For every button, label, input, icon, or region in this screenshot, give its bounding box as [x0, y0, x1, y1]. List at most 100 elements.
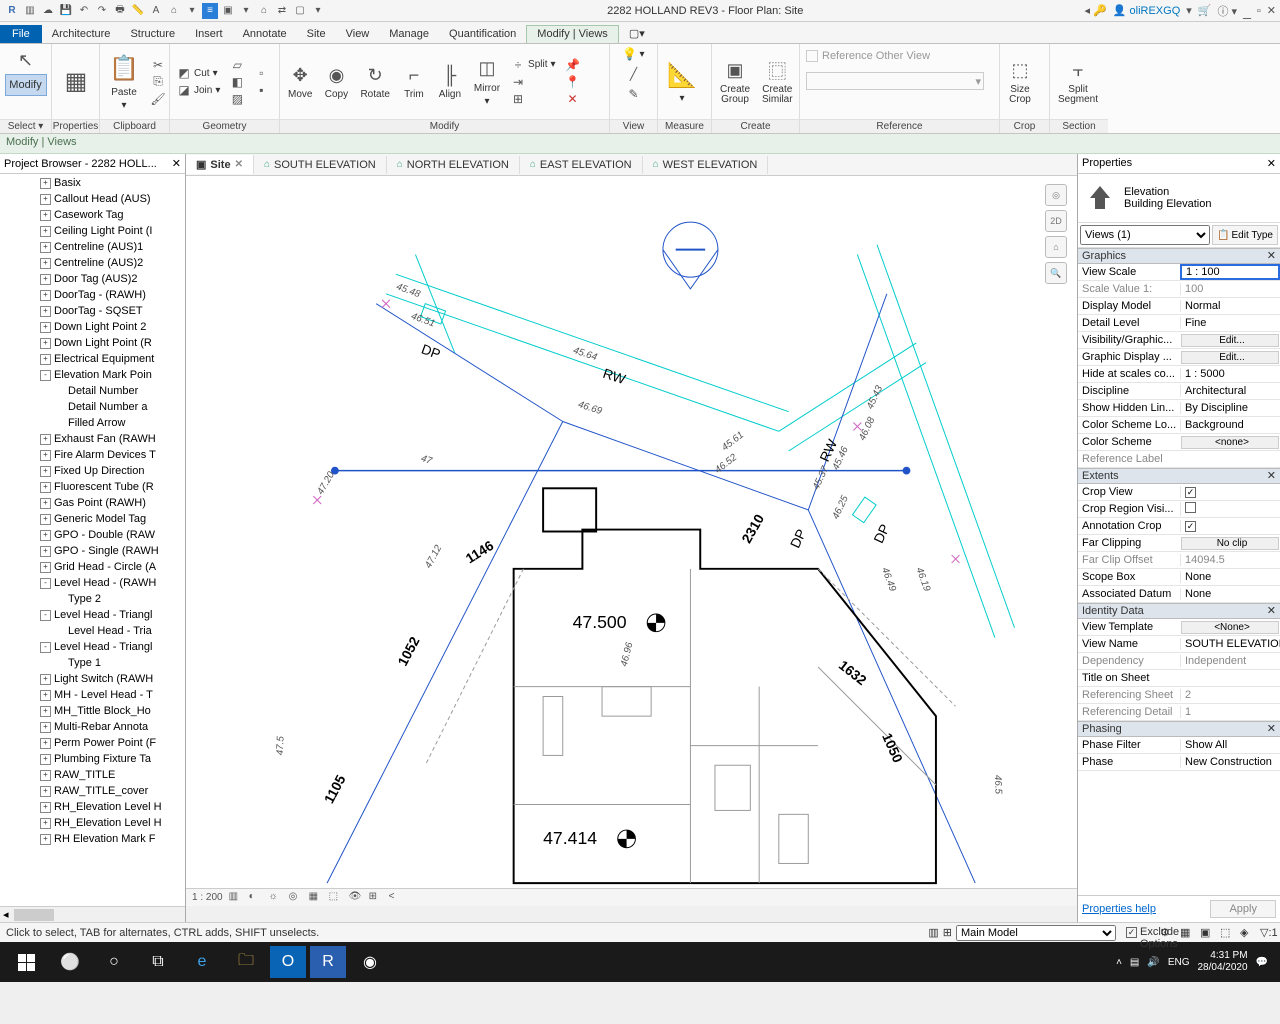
expand-icon[interactable]: +: [40, 210, 51, 221]
prop-row-crop_view[interactable]: Crop View✓: [1078, 484, 1280, 501]
expand-icon[interactable]: +: [40, 274, 51, 285]
expand-icon[interactable]: +: [40, 738, 51, 749]
cut-geom-button[interactable]: ◩Cut ▾: [174, 65, 223, 81]
tab-quantification[interactable]: Quantification: [439, 25, 526, 43]
expand-icon[interactable]: +: [40, 322, 51, 333]
collapse-icon[interactable]: -: [40, 370, 51, 381]
expand-icon[interactable]: +: [40, 306, 51, 317]
start-button[interactable]: [4, 942, 48, 982]
tree-item[interactable]: +RH_Elevation Level H: [0, 799, 185, 815]
tree-item[interactable]: +Multi-Rebar Annota: [0, 719, 185, 735]
prop-row-view_template[interactable]: View Template<None>: [1078, 619, 1280, 636]
project-browser-scrollbar[interactable]: ◂: [0, 906, 185, 922]
close-tab-icon[interactable]: ✕: [235, 159, 243, 170]
tray-lang[interactable]: ENG: [1168, 957, 1190, 968]
array-button[interactable]: ⊞: [508, 91, 558, 107]
elevation-marker[interactable]: [663, 222, 718, 289]
prop-row-vis_graphics[interactable]: Visibility/Graphic...Edit...: [1078, 332, 1280, 349]
qat-more-icon[interactable]: ▾: [310, 3, 326, 19]
status-icon2[interactable]: ⊞: [943, 926, 952, 939]
nav-home-icon[interactable]: ⌂: [1045, 236, 1067, 258]
tree-item[interactable]: +Generic Model Tag: [0, 511, 185, 527]
expand-icon[interactable]: +: [40, 834, 51, 845]
prop-group-identity[interactable]: Identity Data✕: [1078, 603, 1280, 619]
tab-modify-views[interactable]: Modify | Views: [526, 25, 619, 43]
prop-row-phase_filter[interactable]: Phase FilterShow All: [1078, 737, 1280, 754]
tree-item[interactable]: +Plumbing Fixture Ta: [0, 751, 185, 767]
status-ico1[interactable]: ⚙: [1160, 926, 1174, 940]
geom4-button[interactable]: ▫: [251, 65, 271, 81]
tree-item[interactable]: Type 1: [0, 655, 185, 671]
copy-icon-button[interactable]: ⎘: [148, 74, 168, 90]
expand-icon[interactable]: +: [40, 434, 51, 445]
copy-button[interactable]: ◉Copy: [320, 61, 352, 102]
status-ico5[interactable]: ◈: [1240, 926, 1254, 940]
match-button[interactable]: 🖌: [148, 91, 168, 107]
prop-row-annot_crop[interactable]: Annotation Crop✓: [1078, 518, 1280, 535]
project-browser-tree[interactable]: +Basix+Callout Head (AUS)+Casework Tag+C…: [0, 174, 185, 906]
vc-icon1[interactable]: ▥: [229, 891, 243, 905]
expand-icon[interactable]: +: [40, 482, 51, 493]
tree-item[interactable]: Detail Number a: [0, 399, 185, 415]
expand-icon[interactable]: +: [40, 818, 51, 829]
prop-value[interactable]: SOUTH ELEVATION: [1180, 638, 1280, 650]
expand-icon[interactable]: +: [40, 546, 51, 557]
tree-item[interactable]: Type 2: [0, 591, 185, 607]
expand-icon[interactable]: +: [40, 338, 51, 349]
vc-icon5[interactable]: ▦: [309, 891, 323, 905]
trim-button[interactable]: ⌐Trim: [398, 61, 430, 102]
expand-icon[interactable]: +: [40, 770, 51, 781]
tree-item[interactable]: +RAW_TITLE: [0, 767, 185, 783]
prop-value[interactable]: 2: [1180, 689, 1280, 701]
view1-button[interactable]: 💡▾: [619, 46, 647, 62]
qat-saveas-icon[interactable]: 💾: [58, 3, 74, 19]
close-icon[interactable]: ✕: [1267, 4, 1276, 17]
tree-item[interactable]: +GPO - Double (RAW: [0, 527, 185, 543]
rotate-button[interactable]: ↻Rotate: [356, 61, 393, 102]
nav-zoom-icon[interactable]: 🔍: [1045, 262, 1067, 284]
tree-item[interactable]: -Level Head - (RAWH: [0, 575, 185, 591]
prop-value[interactable]: 1 : 100: [1180, 264, 1280, 280]
user-name[interactable]: 👤 oliREXGQ: [1113, 4, 1181, 17]
prop-row-ref_label[interactable]: Reference Label: [1078, 451, 1280, 468]
offset-button[interactable]: ⇥: [508, 74, 558, 90]
tab-insert[interactable]: Insert: [185, 25, 233, 43]
prop-row-ref_detail[interactable]: Referencing Detail1: [1078, 704, 1280, 721]
prop-value[interactable]: <None>: [1181, 621, 1279, 634]
expand-icon[interactable]: +: [40, 354, 51, 365]
tree-item[interactable]: +Fire Alarm Devices T: [0, 447, 185, 463]
tray-chevron-icon[interactable]: ˄: [1116, 957, 1122, 968]
tree-item[interactable]: +Perm Power Point (F: [0, 735, 185, 751]
prop-value[interactable]: ✓: [1180, 520, 1280, 532]
qat-window-icon[interactable]: ▢: [292, 3, 308, 19]
reference-other-view-checkbox[interactable]: Reference Other View: [806, 50, 930, 62]
tree-item[interactable]: +RAW_TITLE_cover: [0, 783, 185, 799]
project-browser-close-icon[interactable]: ✕: [172, 157, 181, 170]
prop-value[interactable]: Architectural: [1180, 385, 1280, 397]
tree-item[interactable]: +Centreline (AUS)2: [0, 255, 185, 271]
prop-row-far_offset[interactable]: Far Clip Offset14094.5: [1078, 552, 1280, 569]
nav-wheel-icon[interactable]: ◎: [1045, 184, 1067, 206]
qat-switch-icon[interactable]: ▾: [238, 3, 254, 19]
tab-view[interactable]: View: [336, 25, 380, 43]
split-button[interactable]: ÷Split ▾: [508, 57, 558, 73]
geom3-button[interactable]: ▨: [227, 91, 247, 107]
qat-close-icon[interactable]: ▣: [220, 3, 236, 19]
prop-row-color_loc[interactable]: Color Scheme Lo...Background: [1078, 417, 1280, 434]
expand-icon[interactable]: +: [40, 450, 51, 461]
tab-annotate[interactable]: Annotate: [233, 25, 297, 43]
vc-icon6[interactable]: ⬚: [329, 891, 343, 905]
tree-item[interactable]: +Grid Head - Circle (A: [0, 559, 185, 575]
drawing-canvas[interactable]: ◎ 2D ⌂ 🔍: [186, 176, 1077, 888]
tree-item[interactable]: +Basix: [0, 175, 185, 191]
geom2-button[interactable]: ◧: [227, 74, 247, 90]
tree-item[interactable]: +DoorTag - (RAWH): [0, 287, 185, 303]
tab-structure[interactable]: Structure: [120, 25, 185, 43]
expand-icon[interactable]: +: [40, 290, 51, 301]
prop-value[interactable]: None: [1180, 588, 1280, 600]
prop-row-crop_region[interactable]: Crop Region Visi...: [1078, 501, 1280, 518]
view2-button[interactable]: ╱: [624, 66, 644, 82]
modify-button[interactable]: ↖ Modify: [1, 46, 51, 98]
prop-row-display_model[interactable]: Display ModelNormal: [1078, 298, 1280, 315]
vc-icon4[interactable]: ◎: [289, 891, 303, 905]
